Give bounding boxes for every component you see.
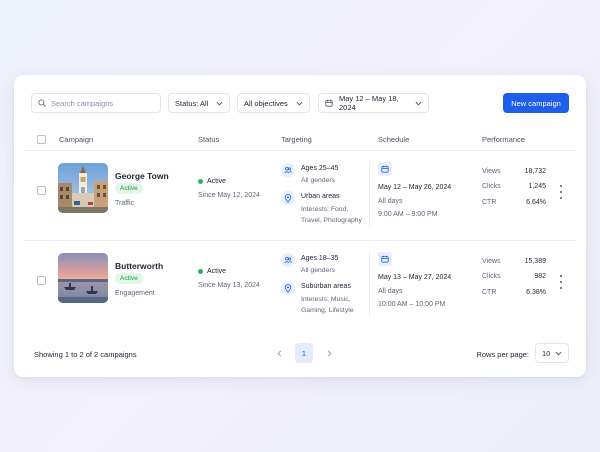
- column-header-targeting[interactable]: Targeting: [281, 135, 312, 144]
- targeting-ages: Ages 25–45: [301, 165, 339, 172]
- row-checkbox[interactable]: [37, 186, 46, 195]
- column-header-campaign[interactable]: Campaign: [59, 135, 93, 144]
- campaigns-card: Status: All All objectives May 12 – May …: [14, 75, 586, 377]
- results-summary: Showing 1 to 2 of 2 campaigns: [34, 350, 137, 359]
- status-filter-label: Status: All: [175, 98, 209, 108]
- column-header-schedule[interactable]: Schedule: [378, 135, 409, 144]
- chevron-down-icon: [555, 351, 562, 356]
- status-since: Since May 13, 2024: [198, 282, 260, 289]
- pagination: 1: [272, 343, 336, 363]
- calendar-icon: [378, 252, 392, 266]
- calendar-icon: [378, 162, 392, 176]
- table-footer: Showing 1 to 2 of 2 campaigns 1 Rows per…: [34, 343, 569, 363]
- chevron-left-icon[interactable]: [272, 343, 286, 363]
- targeting-gender: All genders: [301, 177, 336, 184]
- targeting-interests-line-2: Gaming, Lifestyle: [301, 307, 354, 314]
- chevron-right-icon[interactable]: [322, 343, 336, 363]
- rows-per-page-select[interactable]: 10: [535, 343, 569, 363]
- views-label: Views: [482, 258, 501, 265]
- location-pin-icon: [281, 191, 295, 205]
- campaigns-table: Campaign Status Targeting Schedule Perfo…: [24, 127, 576, 331]
- status-text: Active: [207, 268, 227, 275]
- schedule-days: All days: [378, 198, 403, 205]
- more-vertical-icon[interactable]: [558, 275, 564, 289]
- targeting-area: Urban areas: [301, 193, 340, 200]
- chevron-down-icon: [296, 101, 303, 106]
- targeting-area: Suburban areas: [301, 283, 351, 290]
- clicks-label: Clicks: [482, 183, 501, 190]
- status-since: Since May 12, 2024: [198, 192, 260, 199]
- campaign-objective: Traffic: [115, 200, 135, 207]
- location-pin-icon: [281, 281, 295, 295]
- schedule-time: 9:00 AM – 9:00 PM: [378, 211, 438, 218]
- status-indicator: Active: [198, 178, 226, 185]
- column-header-status[interactable]: Status: [198, 135, 219, 144]
- status-filter-dropdown[interactable]: Status: All: [168, 93, 230, 113]
- targeting-ages: Ages 18–35: [301, 255, 339, 262]
- ctr-value: 6.38%: [526, 289, 546, 296]
- clicks-value: 1,245: [528, 183, 546, 190]
- campaign-thumbnail: [58, 253, 108, 303]
- active-dot-icon: [198, 269, 203, 274]
- active-dot-icon: [198, 179, 203, 184]
- schedule-days: All days: [378, 288, 403, 295]
- objective-filter-dropdown[interactable]: All objectives: [237, 93, 310, 113]
- status-text: Active: [207, 178, 227, 185]
- campaign-thumbnail: [58, 163, 108, 213]
- table-row[interactable]: George Town Active Traffic Active Since …: [24, 151, 576, 241]
- clicks-value: 982: [534, 273, 546, 280]
- chevron-down-icon: [216, 101, 223, 106]
- ctr-value: 6.64%: [526, 199, 546, 206]
- search-box[interactable]: [31, 93, 161, 113]
- column-divider: [369, 161, 370, 227]
- views-label: Views: [482, 168, 501, 175]
- users-icon: [281, 253, 295, 267]
- campaign-name[interactable]: George Town: [115, 171, 169, 181]
- status-badge: Active: [115, 273, 143, 284]
- table-row[interactable]: Butterworth Active Engagement Active Sin…: [24, 241, 576, 331]
- toolbar: Status: All All objectives May 12 – May …: [31, 93, 569, 113]
- page-button-current[interactable]: 1: [295, 343, 313, 363]
- date-range-label: May 12 – May 18, 2024: [339, 94, 399, 112]
- campaign-name[interactable]: Butterworth: [115, 261, 163, 271]
- calendar-icon: [325, 99, 333, 107]
- schedule-date-range: May 12 – May 26, 2024: [378, 184, 452, 191]
- status-indicator: Active: [198, 268, 226, 275]
- views-value: 15,389: [524, 258, 546, 265]
- targeting-interests-line-2: Travel, Photography: [301, 217, 362, 224]
- rows-per-page-value: 10: [542, 348, 551, 358]
- search-input[interactable]: [51, 98, 151, 108]
- targeting-gender: All genders: [301, 267, 336, 274]
- column-divider: [369, 251, 370, 317]
- rows-per-page-label: Rows per page:: [476, 350, 529, 359]
- chevron-down-icon: [415, 101, 422, 106]
- search-icon: [38, 94, 46, 112]
- objective-filter-label: All objectives: [244, 98, 288, 108]
- users-icon: [281, 163, 295, 177]
- column-header-performance[interactable]: Performance: [482, 135, 525, 144]
- ctr-label: CTR: [482, 289, 497, 296]
- targeting-interests-line-1: Interests: Music,: [301, 296, 351, 303]
- select-all-checkbox[interactable]: [37, 135, 46, 144]
- new-campaign-button[interactable]: New campaign: [503, 93, 569, 113]
- table-header: Campaign Status Targeting Schedule Perfo…: [24, 127, 576, 151]
- row-checkbox[interactable]: [37, 276, 46, 285]
- status-badge: Active: [115, 183, 143, 194]
- campaign-objective: Engagement: [115, 290, 155, 297]
- targeting-interests-line-1: Interests: Food,: [301, 206, 349, 213]
- date-range-picker[interactable]: May 12 – May 18, 2024: [318, 93, 429, 113]
- schedule-time: 10:00 AM – 10:00 PM: [378, 301, 446, 308]
- schedule-date-range: May 13 – May 27, 2024: [378, 274, 452, 281]
- clicks-label: Clicks: [482, 273, 501, 280]
- ctr-label: CTR: [482, 199, 497, 206]
- more-vertical-icon[interactable]: [558, 185, 564, 199]
- views-value: 18,732: [524, 168, 546, 175]
